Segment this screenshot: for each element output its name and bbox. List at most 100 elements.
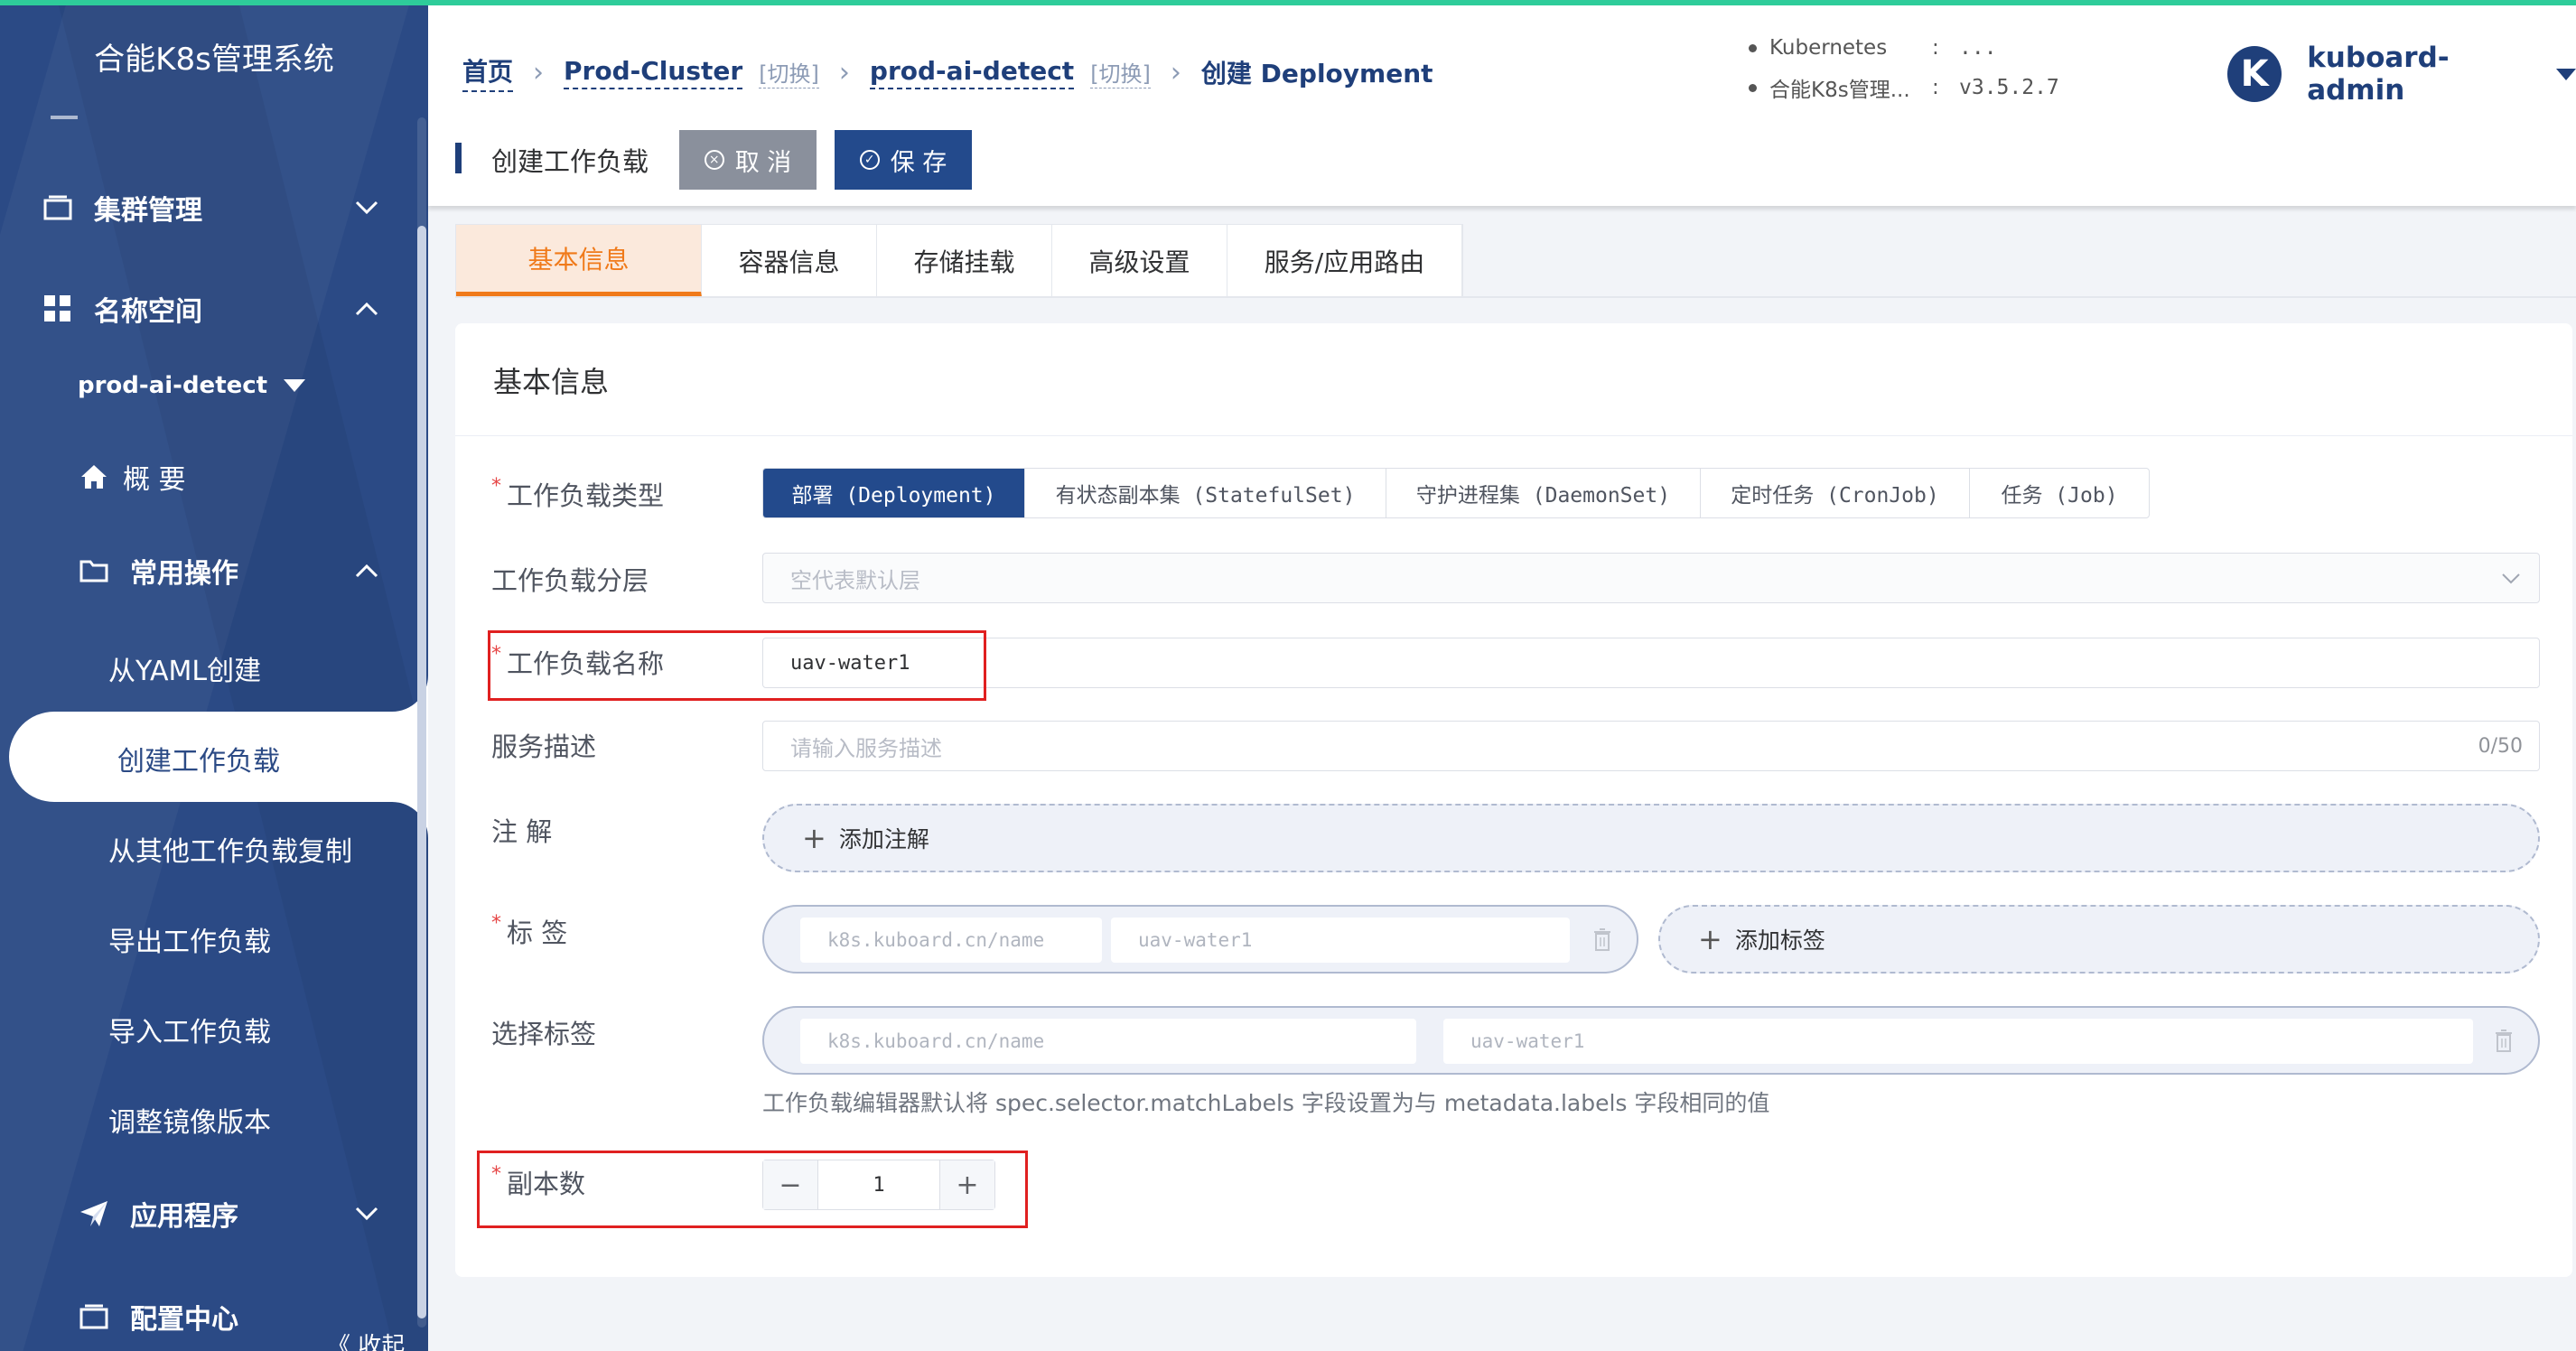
- workload-type-statefulset[interactable]: 有状态副本集 (StatefulSet): [1025, 469, 1386, 517]
- selector-key-input: k8s.kuboard.cn/name: [800, 1019, 1416, 1064]
- plus-icon: +: [802, 821, 826, 855]
- user-name: kuboard-admin: [2307, 42, 2450, 107]
- sidebar: 合能K8s管理系统 集群管理 名称空间 prod-ai-detect 概 要 常…: [0, 0, 428, 1351]
- replicas-input[interactable]: 1: [817, 1160, 940, 1209]
- workload-type-cronjob[interactable]: 定时任务 (CronJob): [1701, 469, 1970, 517]
- workload-name-input[interactable]: uav-water1: [762, 638, 2540, 688]
- sidebar-item-copy-workload[interactable]: 从其他工作负载复制: [108, 829, 352, 869]
- workload-type-daemonset[interactable]: 守护进程集 (DaemonSet): [1386, 469, 1701, 517]
- required-mark: *: [491, 1163, 501, 1186]
- chevron-right-icon: ›: [838, 56, 850, 89]
- increment-button[interactable]: +: [940, 1160, 994, 1209]
- close-circle-icon: ×: [704, 150, 724, 170]
- breadcrumb-current: 创建 Deployment: [1200, 59, 1433, 89]
- sidebar-group-apps[interactable]: 应用程序: [0, 1178, 428, 1250]
- breadcrumb-home[interactable]: 首页: [462, 52, 514, 92]
- sidebar-item-label: 创建工作负载: [117, 746, 280, 778]
- breadcrumb-namespace[interactable]: prod-ai-detect: [869, 56, 1075, 89]
- chevron-down-icon: [349, 1196, 385, 1232]
- chevron-down-icon: [349, 190, 385, 226]
- title-marker: [455, 143, 462, 173]
- version-value: v3.5.2.7: [1959, 76, 2059, 99]
- tag-value-input[interactable]: uav-water1: [1111, 918, 1570, 963]
- selector-row: k8s.kuboard.cn/name uav-water1: [762, 1006, 2540, 1075]
- sidebar-group-cluster[interactable]: 集群管理: [0, 172, 428, 244]
- service-desc-placeholder: 请输入服务描述: [790, 735, 942, 761]
- workload-type-label: * 工作负载类型: [491, 475, 664, 513]
- app-title: 合能K8s管理系统: [94, 42, 334, 78]
- sidebar-group-common-ops[interactable]: 常用操作: [0, 535, 428, 607]
- avatar: K: [2227, 46, 2282, 102]
- sidebar-item-yaml-create[interactable]: 从YAML创建: [108, 648, 261, 688]
- label-text: 工作负载类型: [507, 480, 665, 511]
- tabs-divider: [455, 296, 2576, 298]
- home-icon: [78, 461, 110, 493]
- window-icon: [42, 191, 74, 224]
- breadcrumb-cluster[interactable]: Prod-Cluster: [564, 56, 743, 89]
- workload-type-deployment[interactable]: 部署 (Deployment): [763, 469, 1025, 517]
- selector-label: 选择标签: [491, 1019, 597, 1049]
- save-button[interactable]: ✓ 保 存: [835, 130, 972, 190]
- version-row-system: 合能K8s管理... : v3.5.2.7: [1749, 72, 2059, 103]
- workload-name-label: * 工作负载名称: [491, 643, 664, 681]
- sidebar-group-namespace[interactable]: 名称空间: [0, 273, 428, 345]
- tab-container-info[interactable]: 容器信息: [702, 225, 877, 297]
- cancel-button[interactable]: × 取 消: [679, 130, 817, 190]
- cancel-label: 取 消: [734, 148, 792, 177]
- sidebar-item-adjust-image[interactable]: 调整镜像版本: [108, 1100, 271, 1140]
- config-icon: [78, 1300, 110, 1333]
- namespace-switch-link[interactable]: [切换]: [1090, 56, 1151, 89]
- layer-label: 工作负载分层: [491, 565, 649, 596]
- sidebar-group-label: 名称空间: [94, 296, 202, 328]
- top-accent-line: [0, 0, 2576, 5]
- service-desc-label: 服务描述: [491, 731, 597, 762]
- chevron-down-icon: [2502, 573, 2520, 584]
- selector-hint: 工作负载编辑器默认将 spec.selector.matchLabels 字段设…: [762, 1090, 1770, 1116]
- tab-storage-mount[interactable]: 存储挂载: [877, 225, 1052, 297]
- sidebar-item-label: 概 要: [123, 464, 186, 496]
- tag-key-input[interactable]: k8s.kuboard.cn/name: [800, 918, 1102, 963]
- replicas-label: * 副本数: [491, 1163, 585, 1201]
- save-label: 保 存: [890, 148, 947, 177]
- section-divider: [455, 435, 2572, 436]
- char-counter: 0/50: [2478, 734, 2523, 758]
- sidebar-collapse-button[interactable]: 《 收起: [327, 1328, 405, 1351]
- sidebar-group-label: 应用程序: [130, 1201, 238, 1233]
- tab-advanced-settings[interactable]: 高级设置: [1052, 225, 1227, 297]
- version-sep: :: [1932, 76, 1939, 99]
- add-annotation-button[interactable]: + 添加注解: [762, 804, 2540, 872]
- tags-label: * 标 签: [491, 912, 567, 950]
- tab-bar: 基本信息 容器信息 存储挂载 高级设置 服务/应用路由: [455, 224, 1463, 298]
- decrement-button[interactable]: −: [763, 1160, 817, 1209]
- version-name: Kubernetes: [1769, 36, 1888, 60]
- label-text: 工作负载名称: [507, 648, 665, 679]
- plus-icon: +: [1698, 922, 1722, 956]
- user-menu[interactable]: K kuboard-admin: [2227, 42, 2576, 107]
- top-header: 首页 › Prod-Cluster [切换] › prod-ai-detect …: [428, 5, 2576, 132]
- check-circle-icon: ✓: [859, 150, 880, 170]
- page-title: 创建工作负载: [491, 146, 649, 177]
- namespace-select-value: prod-ai-detect: [78, 372, 268, 399]
- tab-basic-info[interactable]: 基本信息: [456, 225, 702, 297]
- sidebar-item-overview[interactable]: 概 要: [0, 441, 428, 513]
- sidebar-group-label: 常用操作: [130, 558, 238, 590]
- layer-select[interactable]: 空代表默认层: [762, 553, 2540, 603]
- sidebar-group-label: 集群管理: [94, 195, 202, 227]
- add-tag-button[interactable]: + 添加标签: [1658, 905, 2540, 974]
- service-desc-input[interactable]: 请输入服务描述 0/50: [762, 721, 2540, 771]
- layer-placeholder: 空代表默认层: [790, 567, 920, 593]
- chevron-right-icon: ›: [1170, 56, 1181, 89]
- sidebar-item-import-workload[interactable]: 导入工作负载: [108, 1010, 271, 1049]
- add-annotation-label: 添加注解: [838, 826, 929, 853]
- sidebar-item-export-workload[interactable]: 导出工作负载: [108, 919, 271, 959]
- sidebar-scrollbar[interactable]: [417, 226, 426, 1318]
- version-sep: :: [1932, 36, 1939, 60]
- workload-type-job[interactable]: 任务 (Job): [1970, 469, 2149, 517]
- cluster-switch-link[interactable]: [切换]: [759, 56, 819, 89]
- tab-service-routing[interactable]: 服务/应用路由: [1227, 225, 1462, 297]
- sidebar-cut-item: [51, 116, 78, 119]
- version-name: 合能K8s管理...: [1769, 79, 1910, 102]
- trash-icon[interactable]: [1593, 928, 1611, 952]
- namespace-select[interactable]: prod-ai-detect: [78, 372, 306, 399]
- annotations-label: 注 解: [491, 816, 553, 847]
